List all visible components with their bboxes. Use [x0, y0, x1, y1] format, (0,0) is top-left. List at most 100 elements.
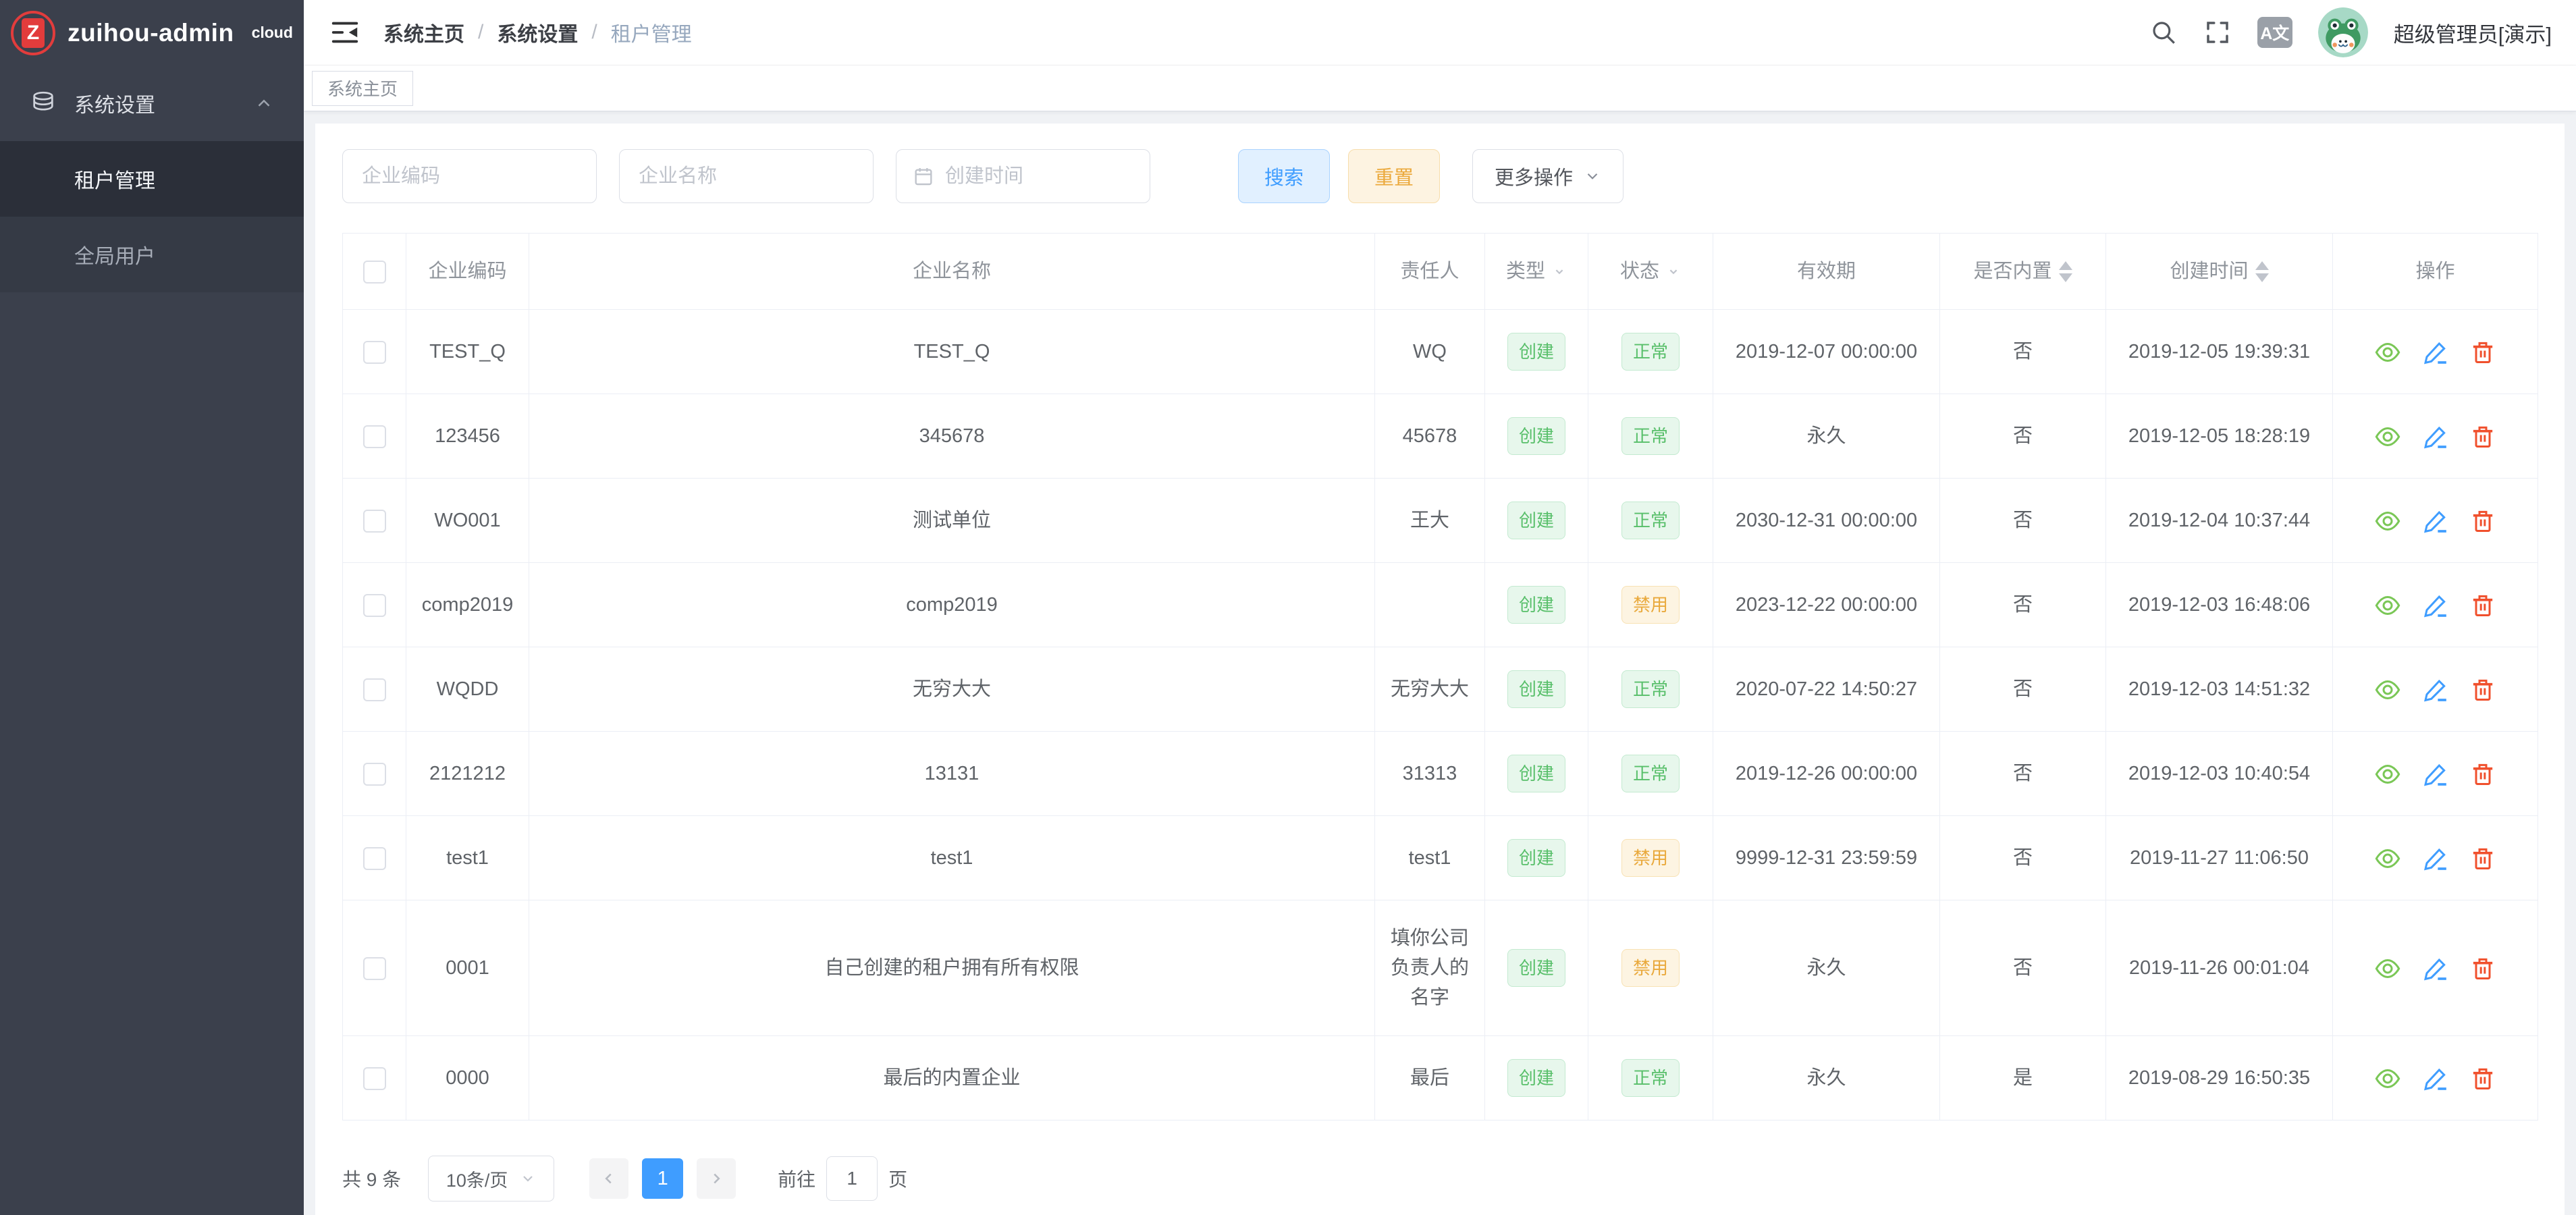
- table-row: comp2019 comp2019 创建 禁用 2023-12-22 00:00…: [343, 563, 2538, 647]
- cell-name: 无穷大大: [529, 647, 1375, 732]
- pagination: 共 9 条 10条/页 1 前往 页: [342, 1156, 2538, 1202]
- sort-icon[interactable]: [2255, 261, 2269, 282]
- row-checkbox[interactable]: [363, 594, 386, 617]
- header-code: 企业编码: [406, 234, 529, 310]
- edit-icon[interactable]: [2422, 508, 2449, 535]
- row-checkbox[interactable]: [363, 763, 386, 786]
- current-page-button[interactable]: 1: [642, 1158, 683, 1199]
- delete-icon[interactable]: [2469, 423, 2496, 450]
- company-code-input[interactable]: [342, 149, 597, 203]
- cell-created-time: 2019-11-27 11:06:50: [2106, 816, 2333, 900]
- status-badge: 禁用: [1621, 949, 1680, 987]
- row-checkbox[interactable]: [363, 847, 386, 870]
- cell-created-time: 2019-12-05 19:39:31: [2106, 310, 2333, 394]
- view-icon[interactable]: [2374, 423, 2401, 450]
- edit-icon[interactable]: [2422, 592, 2449, 619]
- row-checkbox[interactable]: [363, 341, 386, 364]
- next-page-button[interactable]: [697, 1158, 736, 1199]
- logo-icon: Z: [11, 11, 55, 55]
- reset-button[interactable]: 重置: [1348, 149, 1440, 203]
- edit-icon[interactable]: [2422, 845, 2449, 872]
- fullscreen-icon[interactable]: [2203, 18, 2232, 47]
- cell-created-time: 2019-08-29 16:50:35: [2106, 1036, 2333, 1120]
- chevron-up-icon: [254, 93, 274, 113]
- cell-code: test1: [406, 816, 529, 900]
- view-icon[interactable]: [2374, 339, 2401, 366]
- cell-builtin: 否: [1940, 310, 2106, 394]
- row-checkbox[interactable]: [363, 678, 386, 701]
- delete-icon[interactable]: [2469, 1065, 2496, 1092]
- edit-icon[interactable]: [2422, 423, 2449, 450]
- sidebar-collapse-icon[interactable]: [329, 17, 360, 48]
- view-icon[interactable]: [2374, 1065, 2401, 1092]
- type-badge: 创建: [1507, 333, 1565, 371]
- delete-icon[interactable]: [2469, 761, 2496, 788]
- delete-icon[interactable]: [2469, 339, 2496, 366]
- view-icon[interactable]: [2374, 508, 2401, 535]
- delete-icon[interactable]: [2469, 592, 2496, 619]
- filter-icon[interactable]: [1552, 264, 1567, 279]
- cell-builtin: 否: [1940, 900, 2106, 1036]
- view-icon[interactable]: [2374, 845, 2401, 872]
- view-icon[interactable]: [2374, 955, 2401, 982]
- row-checkbox[interactable]: [363, 425, 386, 448]
- edit-icon[interactable]: [2422, 955, 2449, 982]
- edit-icon[interactable]: [2422, 1065, 2449, 1092]
- goto-page-input[interactable]: [826, 1156, 878, 1201]
- page-size-select[interactable]: 10条/页: [428, 1156, 554, 1202]
- tab-system-home[interactable]: 系统主页: [312, 71, 413, 106]
- header-select-all: [343, 234, 406, 310]
- calendar-icon: [913, 165, 934, 187]
- company-name-input[interactable]: [619, 149, 874, 203]
- cell-code: 123456: [406, 394, 529, 479]
- cell-builtin: 否: [1940, 816, 2106, 900]
- row-checkbox[interactable]: [363, 1067, 386, 1090]
- cell-name: TEST_Q: [529, 310, 1375, 394]
- language-icon[interactable]: A文: [2257, 17, 2292, 48]
- cell-name: 最后的内置企业: [529, 1036, 1375, 1120]
- delete-icon[interactable]: [2469, 676, 2496, 703]
- edit-icon[interactable]: [2422, 676, 2449, 703]
- search-icon[interactable]: [2149, 18, 2178, 47]
- type-badge: 创建: [1507, 1059, 1565, 1097]
- row-checkbox[interactable]: [363, 510, 386, 533]
- sort-icon[interactable]: [2059, 261, 2072, 282]
- user-name[interactable]: 超级管理员[演示]: [2394, 18, 2552, 48]
- more-actions-button[interactable]: 更多操作: [1472, 149, 1624, 203]
- header-type: 类型: [1485, 234, 1588, 310]
- view-icon[interactable]: [2374, 592, 2401, 619]
- sidebar-group-system-settings[interactable]: 系统设置: [0, 65, 304, 141]
- delete-icon[interactable]: [2469, 955, 2496, 982]
- table-row: TEST_Q TEST_Q WQ 创建 正常 2019-12-07 00:00:…: [343, 310, 2538, 394]
- view-icon[interactable]: [2374, 761, 2401, 788]
- cell-name: comp2019: [529, 563, 1375, 647]
- created-time-picker[interactable]: [896, 149, 1150, 203]
- type-badge: 创建: [1507, 670, 1565, 708]
- created-time-input[interactable]: [945, 165, 1133, 188]
- status-badge: 正常: [1621, 670, 1680, 708]
- chevron-down-icon: [520, 1170, 536, 1187]
- status-badge: 正常: [1621, 333, 1680, 371]
- avatar[interactable]: [2318, 7, 2368, 57]
- prev-page-button[interactable]: [589, 1158, 628, 1199]
- edit-icon[interactable]: [2422, 761, 2449, 788]
- breadcrumb-system-settings[interactable]: 系统设置: [497, 18, 578, 47]
- filter-icon[interactable]: [1666, 264, 1681, 279]
- breadcrumb-current: 租户管理: [611, 18, 692, 47]
- cell-created-time: 2019-11-26 00:01:04: [2106, 900, 2333, 1036]
- delete-icon[interactable]: [2469, 845, 2496, 872]
- breadcrumb-home[interactable]: 系统主页: [383, 18, 464, 47]
- row-checkbox[interactable]: [363, 957, 386, 980]
- search-button[interactable]: 搜索: [1238, 149, 1330, 203]
- sidebar-item-global-users[interactable]: 全局用户: [0, 217, 304, 292]
- select-all-checkbox[interactable]: [363, 261, 386, 284]
- sidebar-item-tenant-management[interactable]: 租户管理: [0, 141, 304, 217]
- view-icon[interactable]: [2374, 676, 2401, 703]
- page-suffix: 页: [888, 1165, 907, 1192]
- delete-icon[interactable]: [2469, 508, 2496, 535]
- cell-code: comp2019: [406, 563, 529, 647]
- sidebar-group-label: 系统设置: [74, 88, 155, 118]
- sidebar: Z zuihou-admin cloud 系统设置 租户管理 全局用户: [0, 0, 304, 1215]
- edit-icon[interactable]: [2422, 339, 2449, 366]
- status-badge: 禁用: [1621, 839, 1680, 877]
